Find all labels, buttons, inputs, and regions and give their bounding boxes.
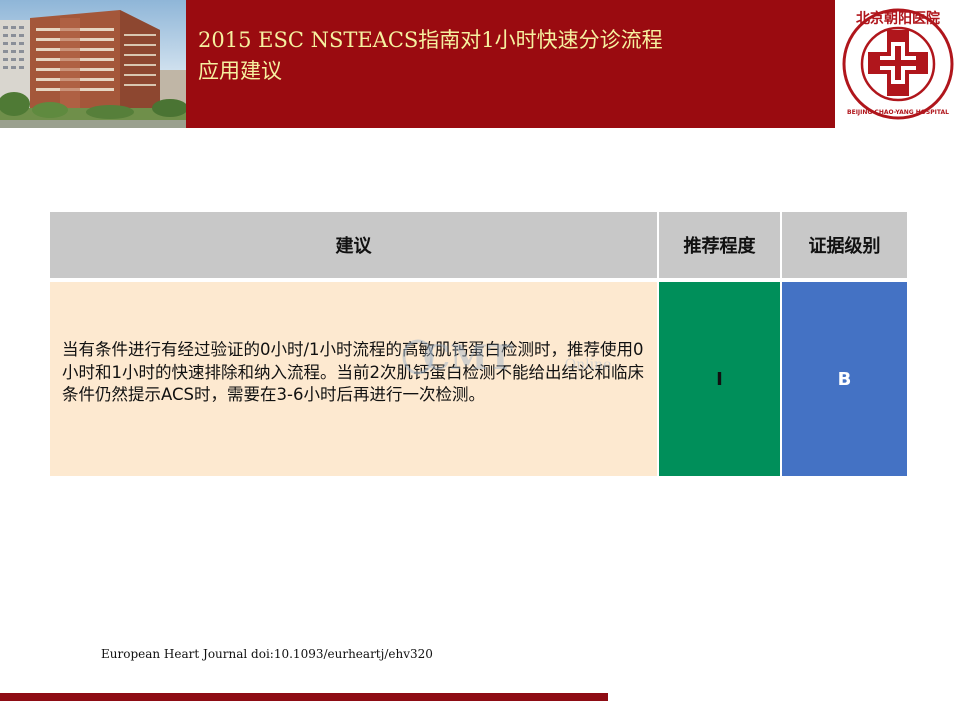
bottom-divider-bar — [0, 693, 608, 701]
recommendation-table: 建议 推荐程度 证据级别 当有条件进行有经过验证的0小时/1小时流程的高敏肌钙蛋… — [50, 212, 907, 476]
logo-english-text: BEIJING CHAO-YANG HOSPITAL — [847, 109, 949, 116]
slide-title: 2015 ESC NSTEACS指南对1小时快速分诊流程 应用建议 — [198, 28, 663, 83]
header-class: 推荐程度 — [659, 212, 782, 282]
header-evidence-level: 证据级别 — [782, 212, 907, 282]
table-header-row: 建议 推荐程度 证据级别 — [50, 212, 907, 282]
evidence-level-cell: B — [782, 282, 907, 476]
hospital-building-photo — [0, 0, 186, 128]
logo-chinese-text: 北京朝阳医院 — [856, 10, 940, 27]
hospital-logo: 北京朝阳医院 BEIJING CHAO-YANG HOSPITAL — [836, 0, 960, 128]
recommendation-text: 当有条件进行有经过验证的0小时/1小时流程的高敏肌钙蛋白检测时，推荐使用0小时和… — [62, 340, 644, 405]
title-banner: 2015 ESC NSTEACS指南对1小时快速分诊流程 应用建议 — [186, 0, 835, 128]
recommendation-cell: 当有条件进行有经过验证的0小时/1小时流程的高敏肌钙蛋白检测时，推荐使用0小时和… — [50, 282, 659, 476]
journal-reference: European Heart Journal doi:10.1093/eurhe… — [101, 647, 433, 661]
header-recommendation: 建议 — [50, 212, 659, 282]
table-row: 当有条件进行有经过验证的0小时/1小时流程的高敏肌钙蛋白检测时，推荐使用0小时和… — [50, 282, 907, 476]
recommendation-class-cell: I — [659, 282, 782, 476]
